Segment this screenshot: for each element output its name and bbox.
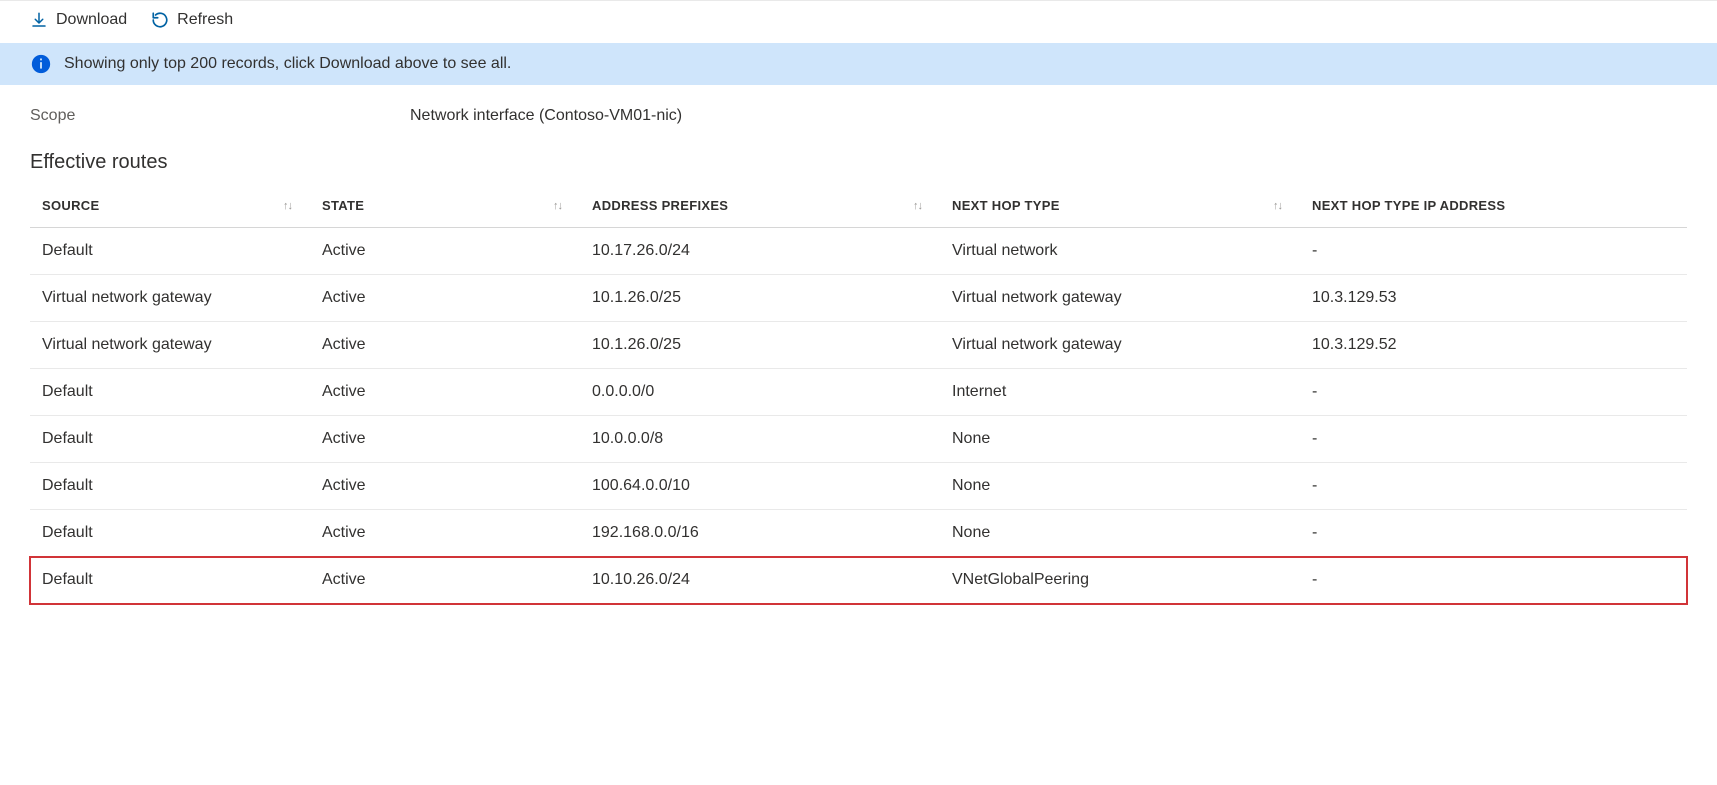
- table-row[interactable]: DefaultActive10.17.26.0/24Virtual networ…: [30, 228, 1687, 275]
- cell-source: Virtual network gateway: [30, 322, 310, 369]
- cell-state: Active: [310, 322, 580, 369]
- cell-next-hop: Internet: [940, 369, 1300, 416]
- cell-next-hop: Virtual network: [940, 228, 1300, 275]
- sort-icon: ↑↓: [913, 200, 922, 212]
- cell-state: Active: [310, 463, 580, 510]
- cell-source: Default: [30, 463, 310, 510]
- table-row[interactable]: DefaultActive192.168.0.0/16None-: [30, 510, 1687, 557]
- cell-source: Default: [30, 228, 310, 275]
- col-header-next-hop[interactable]: Next Hop Type ↑↓: [940, 184, 1300, 228]
- info-icon: [30, 53, 52, 75]
- cell-next-hop: None: [940, 416, 1300, 463]
- info-message-text: Showing only top 200 records, click Down…: [64, 55, 511, 73]
- cell-source: Default: [30, 416, 310, 463]
- cell-state: Active: [310, 369, 580, 416]
- cell-state: Active: [310, 228, 580, 275]
- table-row[interactable]: DefaultActive10.0.0.0/8None-: [30, 416, 1687, 463]
- scope-value: Network interface (Contoso-VM01-nic): [410, 107, 682, 125]
- table-row[interactable]: Virtual network gatewayActive10.1.26.0/2…: [30, 322, 1687, 369]
- command-bar: Download Refresh: [0, 0, 1717, 43]
- sort-icon: ↑↓: [553, 200, 562, 212]
- cell-state: Active: [310, 416, 580, 463]
- cell-source: Default: [30, 369, 310, 416]
- col-header-prefixes[interactable]: Address Prefixes ↑↓: [580, 184, 940, 228]
- col-header-next-hop-ip[interactable]: Next Hop Type IP Address: [1300, 184, 1687, 228]
- cell-next-hop-ip: -: [1300, 416, 1687, 463]
- cell-next-hop-ip: -: [1300, 557, 1687, 604]
- scope-label: Scope: [30, 107, 410, 125]
- table-row[interactable]: DefaultActive0.0.0.0/0Internet-: [30, 369, 1687, 416]
- col-header-next-hop-label: Next Hop Type: [952, 198, 1060, 213]
- cell-next-hop: Virtual network gateway: [940, 275, 1300, 322]
- table-row[interactable]: Virtual network gatewayActive10.1.26.0/2…: [30, 275, 1687, 322]
- cell-next-hop-ip: -: [1300, 510, 1687, 557]
- cell-state: Active: [310, 557, 580, 604]
- cell-prefix: 100.64.0.0/10: [580, 463, 940, 510]
- section-title: Effective routes: [0, 137, 1717, 184]
- cell-next-hop: VNetGlobalPeering: [940, 557, 1300, 604]
- col-header-prefixes-label: Address Prefixes: [592, 198, 728, 213]
- effective-routes-table: Source ↑↓ State ↑↓ Address Prefixes ↑↓ N…: [30, 184, 1687, 604]
- cell-source: Default: [30, 557, 310, 604]
- cell-prefix: 10.1.26.0/25: [580, 275, 940, 322]
- cell-state: Active: [310, 510, 580, 557]
- cell-next-hop-ip: -: [1300, 369, 1687, 416]
- info-message-bar: Showing only top 200 records, click Down…: [0, 43, 1717, 85]
- cell-next-hop-ip: 10.3.129.52: [1300, 322, 1687, 369]
- refresh-icon: [151, 11, 169, 29]
- cell-next-hop-ip: -: [1300, 228, 1687, 275]
- cell-prefix: 10.17.26.0/24: [580, 228, 940, 275]
- col-header-state-label: State: [322, 198, 364, 213]
- col-header-state[interactable]: State ↑↓: [310, 184, 580, 228]
- cell-next-hop-ip: 10.3.129.53: [1300, 275, 1687, 322]
- cell-source: Virtual network gateway: [30, 275, 310, 322]
- cell-prefix: 192.168.0.0/16: [580, 510, 940, 557]
- cell-prefix: 10.10.26.0/24: [580, 557, 940, 604]
- cell-prefix: 0.0.0.0/0: [580, 369, 940, 416]
- table-row[interactable]: DefaultActive100.64.0.0/10None-: [30, 463, 1687, 510]
- scope-row: Scope Network interface (Contoso-VM01-ni…: [0, 85, 1717, 137]
- sort-icon: ↑↓: [1273, 200, 1282, 212]
- cell-next-hop: Virtual network gateway: [940, 322, 1300, 369]
- download-label: Download: [56, 11, 127, 29]
- cell-next-hop: None: [940, 510, 1300, 557]
- cell-prefix: 10.0.0.0/8: [580, 416, 940, 463]
- cell-next-hop: None: [940, 463, 1300, 510]
- table-header-row: Source ↑↓ State ↑↓ Address Prefixes ↑↓ N…: [30, 184, 1687, 228]
- table-row[interactable]: DefaultActive10.10.26.0/24VNetGlobalPeer…: [30, 557, 1687, 604]
- refresh-label: Refresh: [177, 11, 233, 29]
- download-icon: [30, 11, 48, 29]
- download-button[interactable]: Download: [30, 11, 127, 29]
- cell-state: Active: [310, 275, 580, 322]
- cell-next-hop-ip: -: [1300, 463, 1687, 510]
- sort-icon: ↑↓: [283, 200, 292, 212]
- col-header-source-label: Source: [42, 198, 99, 213]
- effective-routes-blade: Download Refresh Showing only top 200 re…: [0, 0, 1717, 604]
- cell-source: Default: [30, 510, 310, 557]
- col-header-next-hop-ip-label: Next Hop Type IP Address: [1312, 198, 1505, 213]
- refresh-button[interactable]: Refresh: [151, 11, 233, 29]
- col-header-source[interactable]: Source ↑↓: [30, 184, 310, 228]
- cell-prefix: 10.1.26.0/25: [580, 322, 940, 369]
